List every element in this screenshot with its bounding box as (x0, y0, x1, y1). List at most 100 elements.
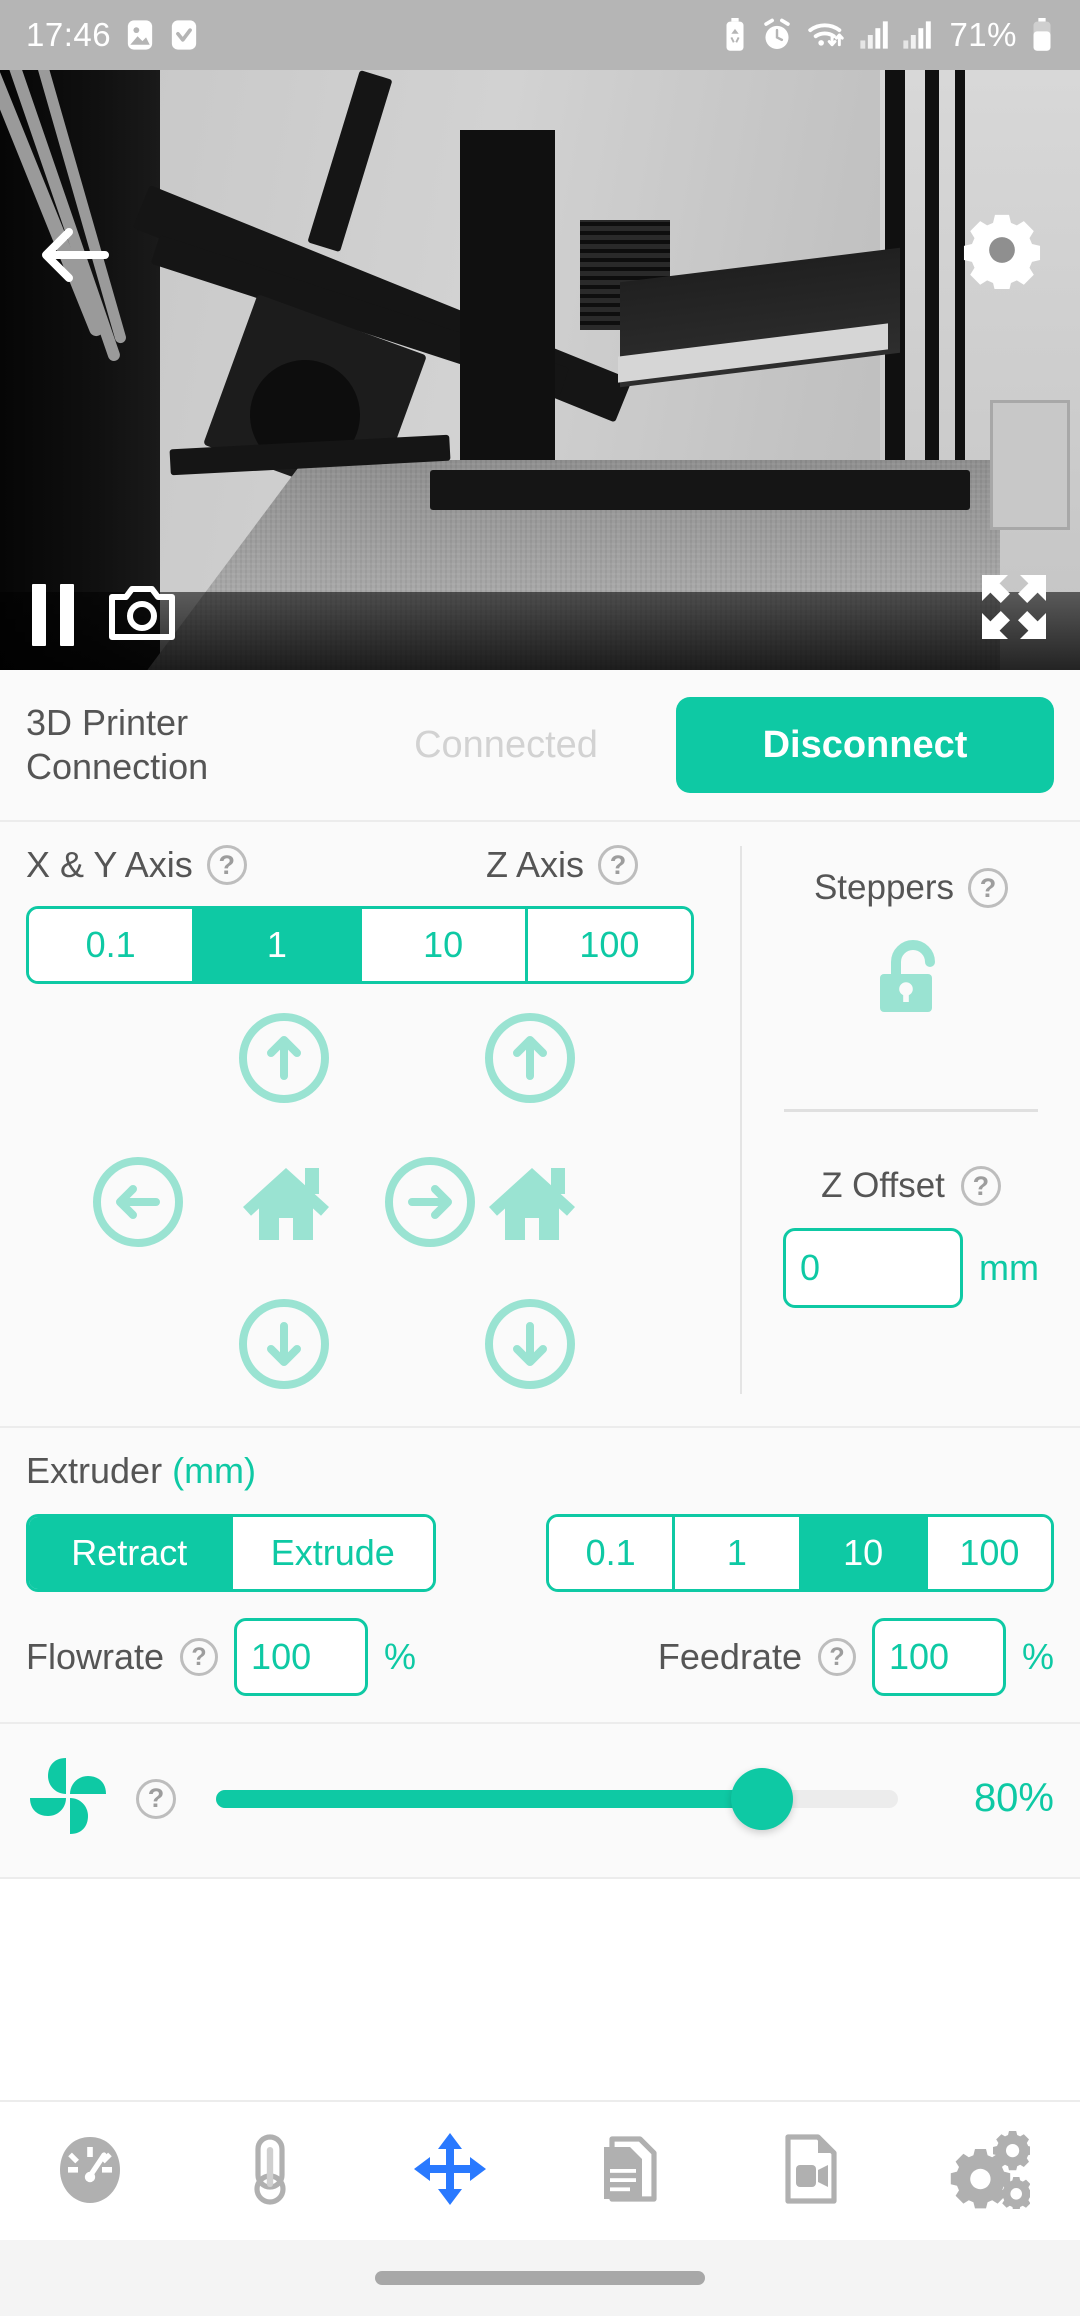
signal-2-icon (902, 20, 932, 50)
z-axis-header: Z Axis ? (486, 844, 638, 886)
move-arrows-icon (412, 2131, 488, 2212)
xy-axis-label: X & Y Axis (26, 844, 193, 885)
step-option-0.1[interactable]: 0.1 (29, 909, 196, 981)
home-z-button[interactable] (482, 1154, 582, 1250)
fan-help-icon[interactable]: ? (136, 1778, 176, 1819)
jog-pad (26, 996, 714, 1396)
z-axis-help-icon[interactable]: ? (598, 845, 638, 885)
steppers-header: Steppers ? (762, 868, 1060, 908)
battery-icon (1030, 18, 1054, 52)
axis-headers: X & Y Axis ? Z Axis ? (26, 844, 714, 886)
extruder-step-selector[interactable]: 0.1 1 10 100 (546, 1514, 1054, 1592)
gauge-icon (52, 2131, 128, 2212)
move-y-plus-button[interactable] (238, 1012, 330, 1104)
extruder-step-100[interactable]: 100 (927, 1517, 1051, 1589)
nav-temperature-button[interactable] (195, 2101, 345, 2241)
connection-title-line2: Connection (26, 746, 209, 787)
status-bar-clock: 17:46 (26, 16, 112, 53)
move-panel: X & Y Axis ? Z Axis ? 0.1 1 10 100 Stepp… (0, 822, 1080, 1428)
feedrate-input[interactable] (871, 1618, 1006, 1696)
home-xy-button[interactable] (236, 1154, 336, 1250)
extruder-step-10[interactable]: 10 (801, 1517, 928, 1589)
step-size-selector[interactable]: 0.1 1 10 100 (26, 906, 694, 984)
flowrate-control: Flowrate ? % (26, 1618, 416, 1696)
documents-icon (592, 2131, 668, 2212)
z-offset-unit: mm (979, 1247, 1039, 1288)
z-offset-help-icon[interactable]: ? (960, 1166, 1001, 1206)
bottom-navigation (0, 2100, 1080, 2240)
video-file-icon (772, 2131, 848, 2212)
status-bar-left: 17:46 (26, 16, 199, 54)
status-bar: 17:46 71% (0, 0, 1080, 70)
extruder-mode-extrude[interactable]: Extrude (232, 1517, 433, 1589)
nav-move-button[interactable] (375, 2101, 525, 2241)
printer-connection-row: 3D Printer Connection Connected Disconne… (0, 670, 1080, 822)
extruder-mode-retract[interactable]: Retract (29, 1517, 233, 1589)
signal-1-icon (859, 20, 889, 50)
extruder-step-1[interactable]: 1 (675, 1517, 802, 1589)
extruder-step-0.1[interactable]: 0.1 (549, 1517, 676, 1589)
camera-icon[interactable] (108, 583, 176, 646)
battery-percent-label: 71% (949, 16, 1017, 53)
feedrate-label: Feedrate (657, 1636, 802, 1677)
steppers-and-zoffset: Steppers ? Z Offset ? mm (740, 846, 1080, 1394)
webcam-feed[interactable] (0, 70, 1080, 670)
disconnect-button[interactable]: Disconnect (676, 697, 1054, 793)
extruder-mode-selector[interactable]: Retract Extrude (26, 1514, 436, 1592)
move-z-plus-button[interactable] (484, 1012, 576, 1104)
z-axis-label: Z Axis (485, 844, 584, 885)
android-gesture-bar[interactable] (0, 2240, 1080, 2316)
wifi-icon (806, 18, 846, 52)
gesture-pill[interactable] (375, 2271, 705, 2285)
padlock-open-icon[interactable] (868, 934, 954, 1031)
flowrate-input[interactable] (234, 1618, 369, 1696)
move-x-plus-button[interactable] (384, 1156, 476, 1248)
feedrate-help-icon[interactable]: ? (817, 1638, 856, 1676)
feedrate-unit: % (1021, 1636, 1054, 1677)
steppers-label: Steppers (813, 868, 955, 907)
gear-icon[interactable] (952, 200, 1052, 300)
step-option-1[interactable]: 1 (195, 909, 362, 981)
steppers-lock-wrap (762, 934, 1060, 1031)
z-offset-header: Z Offset ? (762, 1166, 1060, 1206)
z-offset-row: mm (762, 1228, 1060, 1308)
status-bar-right: 71% (722, 16, 1054, 54)
pause-icon[interactable] (32, 583, 74, 646)
rates-row: Flowrate ? % Feedrate ? % (26, 1618, 1054, 1696)
extruder-title: Extruder (mm) (26, 1450, 1054, 1492)
fan-slider-knob[interactable] (730, 1767, 793, 1830)
step-option-100[interactable]: 100 (527, 909, 691, 981)
z-offset-input[interactable] (783, 1228, 963, 1308)
fan-speed-slider[interactable] (216, 1767, 898, 1830)
gears-icon (950, 2129, 1033, 2214)
fan-pinwheel-icon[interactable] (26, 1754, 110, 1843)
content-spacer (0, 1879, 1080, 1983)
battery-saver-icon (722, 18, 748, 52)
xy-axis-help-icon[interactable]: ? (206, 845, 247, 885)
move-x-minus-button[interactable] (92, 1156, 184, 1248)
step-option-10[interactable]: 10 (361, 909, 528, 981)
alarm-icon (761, 18, 793, 52)
connection-title-line1: 3D Printer (26, 702, 189, 744)
fan-control-row: ? 80% (0, 1724, 1080, 1879)
flowrate-help-icon[interactable]: ? (180, 1638, 219, 1676)
back-arrow-icon[interactable] (30, 210, 120, 300)
connection-status-label: Connected (414, 723, 598, 766)
move-y-minus-button[interactable] (238, 1298, 330, 1390)
fullscreen-expand-icon[interactable] (978, 571, 1050, 648)
nav-files-button[interactable] (555, 2101, 705, 2241)
move-z-minus-button[interactable] (484, 1298, 576, 1390)
extruder-unit-suffix: (mm) (172, 1450, 257, 1491)
fan-value-label: 80% (973, 1776, 1054, 1820)
nav-dashboard-button[interactable] (15, 2101, 165, 2241)
checkbox-icon (169, 18, 199, 52)
connection-title: 3D Printer Connection (26, 701, 336, 789)
steppers-help-icon[interactable]: ? (968, 868, 1009, 908)
fan-slider-fill (216, 1789, 762, 1808)
nav-settings-button[interactable] (915, 2101, 1065, 2241)
webcam-left-controls (32, 583, 176, 646)
nav-video-button[interactable] (735, 2101, 885, 2241)
webcam-overlay (0, 70, 1080, 670)
flowrate-unit: % (384, 1636, 417, 1677)
flowrate-label: Flowrate (26, 1636, 165, 1677)
